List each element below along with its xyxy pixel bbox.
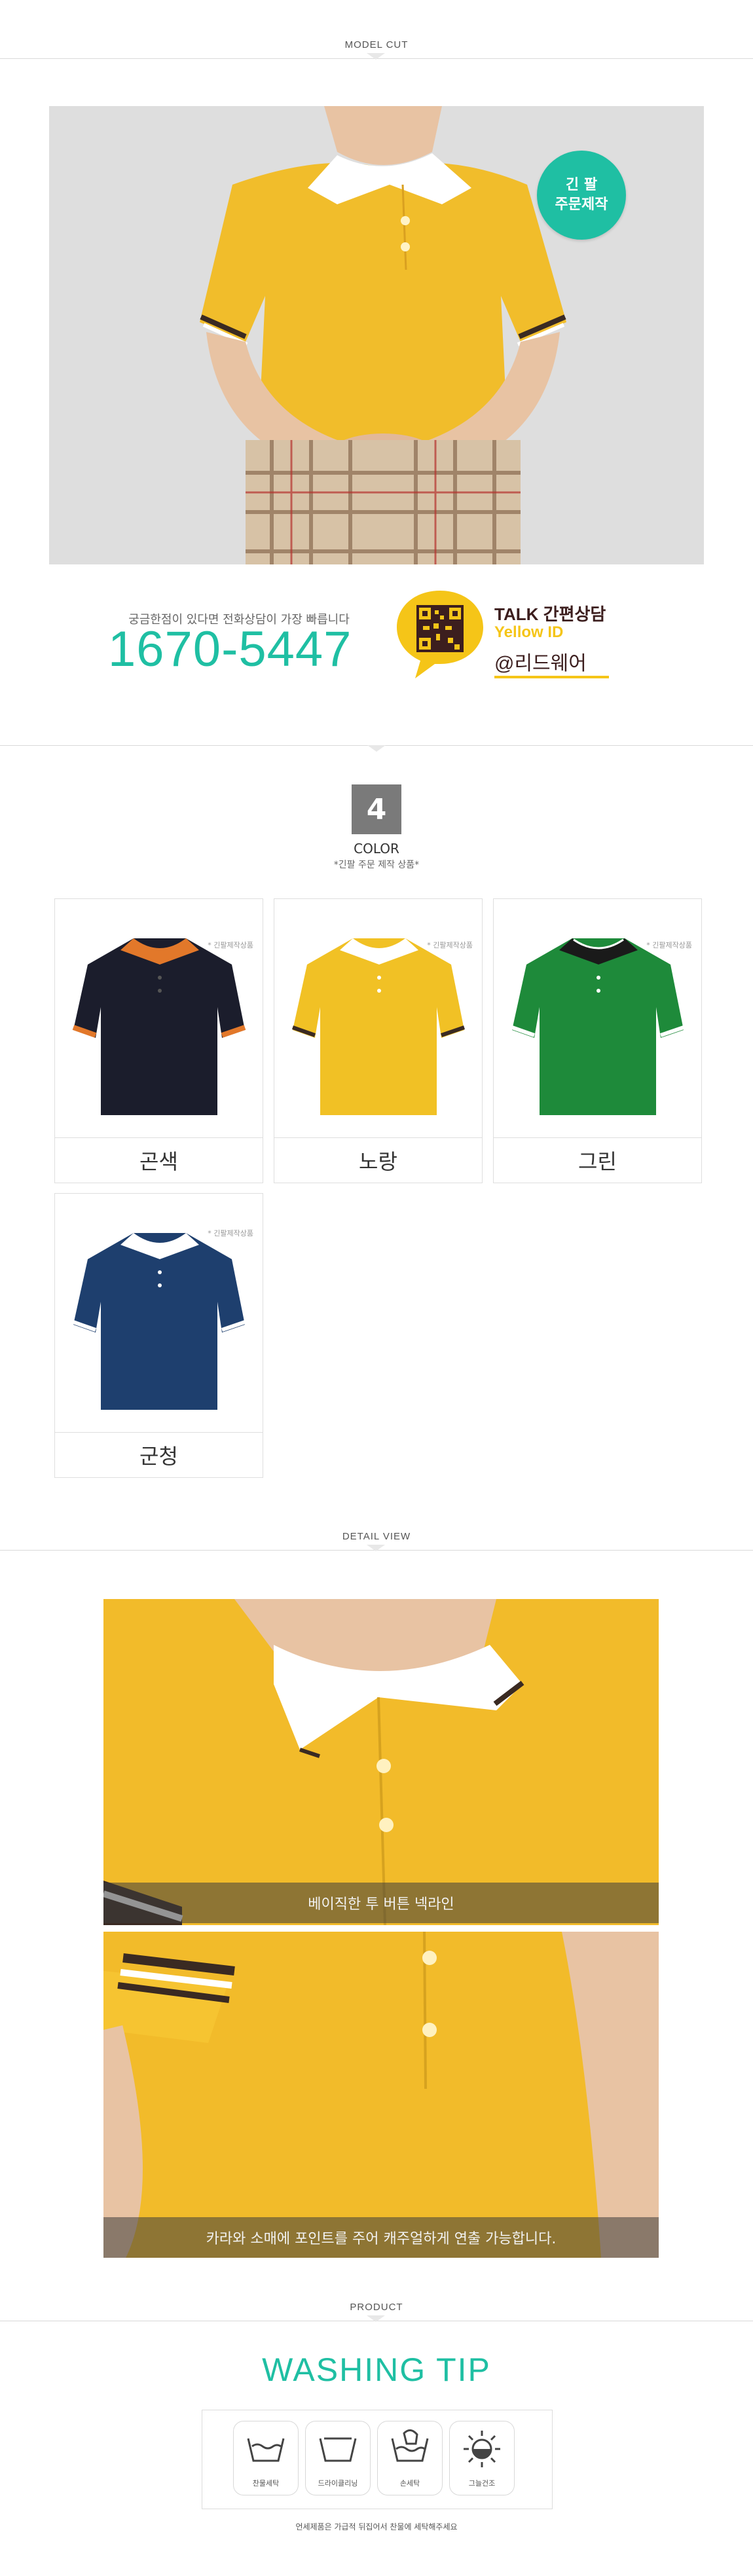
color-card-navy[interactable]: * 긴팔제작상품 곤색 [54, 898, 263, 1183]
handle-underline [494, 676, 609, 678]
detail-caption-2: 카라와 소매에 포인트를 주어 캐주얼하게 연출 가능합니다. [103, 2217, 659, 2258]
section-header-product: PRODUCT [0, 2295, 753, 2322]
shirt-image: * 긴팔제작상품 [274, 899, 482, 1138]
wash-item: 손세탁 [377, 2421, 443, 2495]
washing-tip-title: WASHING TIP [262, 2351, 491, 2388]
wash-item: 드라이클리닝 [305, 2421, 371, 2495]
color-count-box: 4 [352, 784, 401, 834]
section-title: DETAIL VIEW [342, 1531, 411, 1542]
color-card-royal-navy[interactable]: * 긴팔제작상품 군청 [54, 1193, 263, 1478]
section-header-detail-view: DETAIL VIEW [0, 1524, 753, 1551]
shirt-image: * 긴팔제작상품 [55, 1194, 263, 1433]
shade-dry-icon [464, 2431, 500, 2467]
kakao-qr-icon[interactable] [393, 587, 487, 681]
wash-label: 드라이클리닝 [318, 2479, 358, 2488]
hand-wash-water-icon [391, 2429, 429, 2462]
washing-footnote: 언세제품은 가급적 뒤집어서 찬물에 세탁해주세요 [295, 2522, 458, 2531]
color-name: 곤색 [139, 1149, 178, 1174]
wash-label: 손세탁 [399, 2479, 420, 2488]
shirt-image: * 긴팔제작상품 [55, 899, 263, 1138]
shirt-illustration [72, 938, 246, 1115]
badge-line2: 주문제작 [555, 196, 608, 213]
wash-item: 찬물세탁 [233, 2421, 299, 2495]
color-title: COLOR [354, 841, 399, 856]
wash-label: 그늘건조 [468, 2479, 496, 2488]
wash-item: 그늘건조 [449, 2421, 515, 2495]
sleeve-illustration [103, 1932, 659, 2258]
card-note: * 긴팔제작상품 [208, 941, 253, 949]
badge-line1: 긴 팔 [565, 177, 598, 193]
shirt-illustration [511, 938, 684, 1115]
color-card-yellow[interactable]: * 긴팔제작상품 노랑 [274, 898, 483, 1183]
section-header-model-cut: MODEL CUT [0, 33, 753, 60]
color-name: 그린 [578, 1149, 617, 1174]
detail-photo-sleeve: 카라와 소매에 포인트를 주어 캐주얼하게 연출 가능합니다. [103, 1932, 659, 2258]
shirt-illustration [292, 938, 465, 1115]
detail-photo-collar: 베이직한 투 버튼 넥라인 [103, 1599, 659, 1925]
detail-caption-1: 베이직한 투 버튼 넥라인 [103, 1883, 659, 1923]
color-name: 군청 [139, 1444, 178, 1469]
talk-label: TALK 간편상담 [494, 604, 606, 624]
card-note: * 긴팔제작상품 [646, 941, 692, 949]
shirt-image: * 긴팔제작상품 [494, 899, 701, 1138]
yellow-id-label: Yellow ID [494, 623, 564, 641]
card-note: * 긴팔제작상품 [427, 941, 473, 949]
washing-icons-panel: 찬물세탁 드라이클리닝 손세탁 그늘건조 [202, 2410, 553, 2509]
dry-clean-icon [319, 2437, 357, 2462]
custom-order-badge: 긴 팔 주문제작 [537, 151, 626, 240]
kakao-handle[interactable]: @리드웨어 [494, 647, 587, 676]
divider-notch [367, 2315, 385, 2322]
color-subtitle: *긴팔 주문 제작 상품* [333, 860, 420, 870]
card-note: * 긴팔제작상품 [208, 1229, 253, 1238]
color-name: 노랑 [359, 1149, 397, 1174]
color-card-green[interactable]: * 긴팔제작상품 그린 [493, 898, 702, 1183]
section-title: PRODUCT [350, 2302, 403, 2313]
section-title: MODEL CUT [344, 39, 409, 50]
divider-notch [367, 745, 386, 752]
divider-notch [367, 1545, 385, 1551]
model-photo: 긴 팔 주문제작 [49, 106, 704, 564]
phone-number[interactable]: 1670-5447 [108, 621, 352, 678]
wash-label: 찬물세탁 [252, 2479, 280, 2488]
divider-notch [367, 53, 385, 60]
hand-wash-icon [247, 2438, 285, 2462]
collar-illustration [103, 1599, 659, 1925]
